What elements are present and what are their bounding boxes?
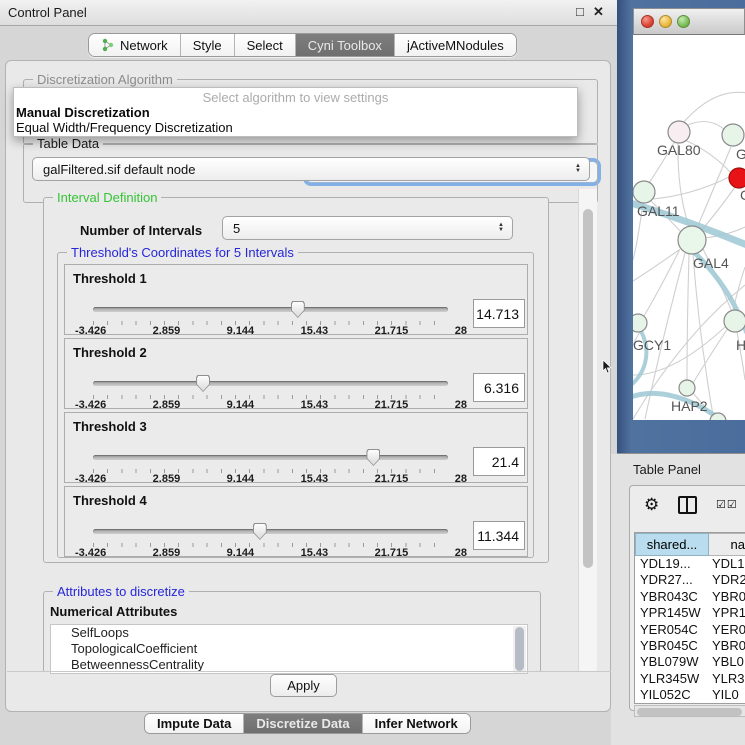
column-layout-icon[interactable] xyxy=(678,496,697,514)
tab-discretize-data[interactable]: Discretize Data xyxy=(244,714,362,733)
tab-jactivemnodules[interactable]: jActiveMNodules xyxy=(395,34,516,56)
threshold-1-panel: Threshold 1 -3.4262.8599.14415.4321.7152… xyxy=(64,264,528,335)
cyni-toolbox-panel: Discretization Algorithm Table Data galF… xyxy=(5,60,611,712)
zoom-traffic-light-icon[interactable] xyxy=(677,15,690,28)
panel-title: Control Panel xyxy=(8,5,87,20)
network-window-titlebar[interactable] xyxy=(633,8,745,35)
tab-style[interactable]: Style xyxy=(181,34,235,56)
close-icon[interactable]: ✕ xyxy=(593,4,604,20)
minimize-traffic-light-icon[interactable] xyxy=(659,15,672,28)
gear-icon[interactable]: ⚙ xyxy=(644,496,659,513)
table-row: YLR345WYLR3 xyxy=(635,671,745,687)
column-header-shared[interactable]: shared... xyxy=(635,533,709,556)
node-gal4 xyxy=(678,226,706,254)
list-item[interactable]: SelfLoops xyxy=(51,625,527,641)
interval-definition-title: Interval Definition xyxy=(53,190,161,205)
mouse-cursor xyxy=(602,360,612,374)
algorithm-dropdown-popup: Select algorithm to view settings Manual… xyxy=(13,87,578,137)
network-icon xyxy=(101,38,115,52)
node-label-partial-ga: GA xyxy=(736,146,745,162)
node-gal80 xyxy=(668,121,690,143)
threshold-2-slider[interactable] xyxy=(93,381,448,386)
numerical-attributes-label: Numerical Attributes xyxy=(50,604,177,619)
list-item[interactable]: TopologicalCoefficient xyxy=(51,641,527,657)
tab-network[interactable]: Network xyxy=(89,34,181,56)
node-label-partial-h: H xyxy=(736,337,745,353)
node-h xyxy=(724,310,745,332)
tab-infer-network[interactable]: Infer Network xyxy=(363,714,470,733)
table-panel-body: ⚙ ☑☑ shared... na YDL19...YDL1 YDR27...Y… xyxy=(629,485,745,711)
threshold-3-slider[interactable] xyxy=(93,455,448,460)
threshold-coordinates-group: Threshold's Coordinates for 5 Intervals … xyxy=(57,252,534,558)
divider xyxy=(7,671,611,672)
tab-impute-data[interactable]: Impute Data xyxy=(145,714,244,733)
threshold-1-slider-thumb[interactable] xyxy=(291,301,305,318)
attributes-title: Attributes to discretize xyxy=(53,584,189,599)
table-panel-title: Table Panel xyxy=(633,462,701,477)
select-columns-icon[interactable]: ☑☑ xyxy=(716,498,738,511)
table-row: YER054CYER0 xyxy=(635,622,745,638)
list-scrollbar[interactable] xyxy=(513,626,526,673)
tab-cyni-toolbox[interactable]: Cyni Toolbox xyxy=(296,34,395,56)
node-hap2 xyxy=(679,380,695,396)
table-horizontal-scrollbar[interactable] xyxy=(634,705,745,717)
panel-scrollbar[interactable] xyxy=(578,189,597,671)
interval-definition-group: Interval Definition Number of Intervals … xyxy=(43,197,549,563)
threshold-4-slider-thumb[interactable] xyxy=(253,523,267,540)
tab-select[interactable]: Select xyxy=(235,34,296,56)
combo-stepper-icon: ▲▼ xyxy=(575,164,581,174)
network-canvas[interactable]: GAL80 GA C GAL11 GAL4 GCY1 H HAP2 xyxy=(633,35,745,420)
number-of-intervals-label: Number of Intervals xyxy=(80,223,202,238)
discretization-algorithm-title: Discretization Algorithm xyxy=(33,72,177,87)
node-red xyxy=(729,168,745,188)
bottom-tab-bar: Impute Data Discretize Data Infer Networ… xyxy=(144,713,471,734)
node-label-gal4: GAL4 xyxy=(693,255,729,271)
node-top-right xyxy=(722,124,744,146)
close-traffic-light-icon[interactable] xyxy=(641,15,654,28)
table-row: YDR27...YDR2 xyxy=(635,572,745,588)
control-panel-titlebar: Control Panel □ ✕ xyxy=(0,0,620,26)
threshold-4-slider[interactable] xyxy=(93,529,448,534)
top-tab-bar: Network Style Select Cyni Toolbox jActiv… xyxy=(88,33,517,57)
combo-stepper-icon: ▲▼ xyxy=(498,223,504,233)
table-row: YPR145WYPR1 xyxy=(635,605,745,621)
apply-button[interactable]: Apply xyxy=(270,674,337,697)
table-data-title: Table Data xyxy=(33,136,103,151)
node-label-gal11: GAL11 xyxy=(637,203,680,219)
threshold-3-panel: Threshold 3 -3.4262.8599.14415.4321.7152… xyxy=(64,412,528,483)
dropdown-option-equal-width-frequency[interactable]: Equal Width/Frequency Discretization xyxy=(14,120,577,135)
numerical-attributes-list[interactable]: SelfLoops TopologicalCoefficient Between… xyxy=(50,624,528,674)
threshold-1-slider[interactable] xyxy=(93,307,448,312)
threshold-2-value-field[interactable]: 6.316 xyxy=(473,373,525,402)
table-row: YBL079WYBL0 xyxy=(635,654,745,670)
threshold-4-panel: Threshold 4 -3.4262.8599.14415.4321.7152… xyxy=(64,486,528,557)
number-of-intervals-combobox[interactable]: 5 ▲▼ xyxy=(222,216,513,240)
threshold-coordinates-title: Threshold's Coordinates for 5 Intervals xyxy=(67,245,298,260)
node-label-gcy1: GCY1 xyxy=(633,337,671,353)
threshold-4-value-field[interactable]: 11.344 xyxy=(473,521,525,550)
attributes-group: Attributes to discretize Numerical Attri… xyxy=(43,591,541,671)
threshold-3-slider-thumb[interactable] xyxy=(366,449,380,466)
table-row: YBR045CYBR0 xyxy=(635,638,745,654)
table-row: YBR043CYBR0 xyxy=(635,589,745,605)
threshold-2-slider-thumb[interactable] xyxy=(196,375,210,392)
dropdown-hint: Select algorithm to view settings xyxy=(14,88,577,105)
threshold-1-value-field[interactable]: 14.713 xyxy=(473,299,525,328)
threshold-3-value-field[interactable]: 21.4 xyxy=(473,447,525,476)
table-panel: Table Panel ⚙ ☑☑ shared... na YDL19...YD… xyxy=(611,454,745,745)
node-gal11 xyxy=(633,181,655,203)
table-row: YIL052CYIL0 xyxy=(635,687,745,703)
node-label-gal80: GAL80 xyxy=(657,142,701,158)
float-window-icon[interactable]: □ xyxy=(576,4,584,19)
node-label-hap2: HAP2 xyxy=(671,398,708,414)
threshold-2-panel: Threshold 2 -3.4262.8599.14415.4321.7152… xyxy=(64,338,528,409)
column-header-name[interactable]: na xyxy=(709,533,745,556)
node-gcy1 xyxy=(633,314,647,332)
node-label-partial-c: C xyxy=(740,187,745,203)
table-row: YDL19...YDL1 xyxy=(635,556,745,572)
dropdown-option-manual-discretization[interactable]: Manual Discretization xyxy=(14,105,577,120)
table-data-combobox[interactable]: galFiltered.sif default node ▲▼ xyxy=(32,157,590,181)
node-attribute-table[interactable]: shared... na YDL19...YDL1 YDR27...YDR2 Y… xyxy=(634,532,745,704)
